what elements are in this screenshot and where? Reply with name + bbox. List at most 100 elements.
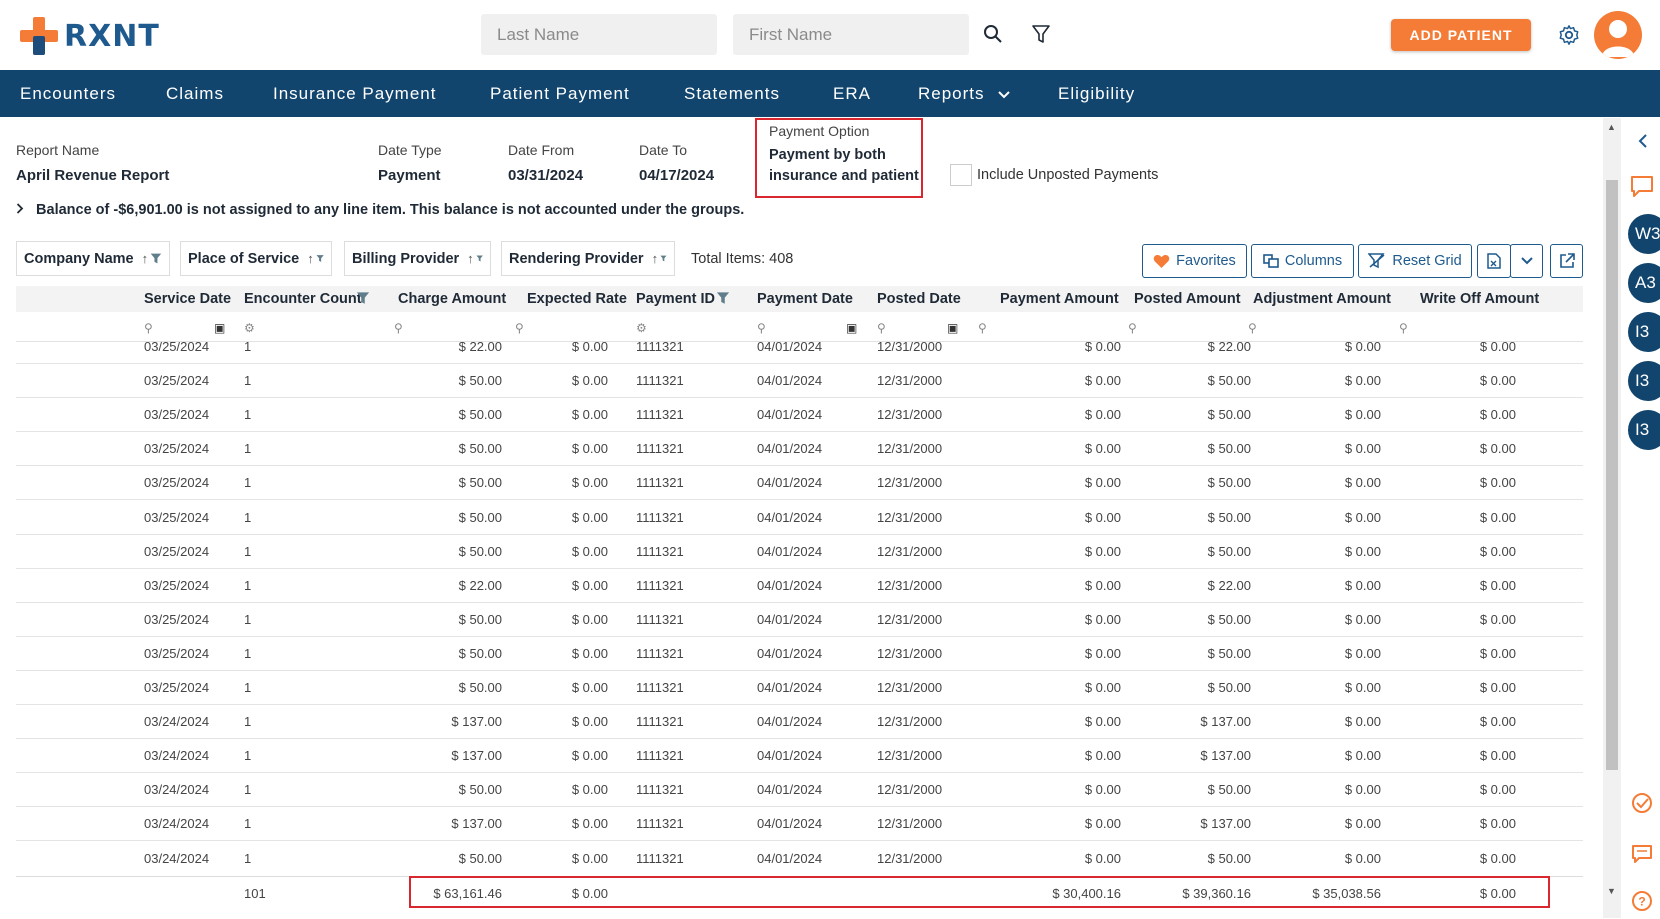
nav-statements[interactable]: Statements	[684, 70, 780, 117]
message-icon[interactable]	[1631, 844, 1653, 869]
table-row[interactable]: 03/24/2024 1 $ 137.00 $ 0.00 1111321 04/01/20…	[16, 739, 1583, 774]
collapse-chevron-left-icon[interactable]	[1638, 134, 1648, 153]
nav-insurance-payment[interactable]: Insurance Payment	[273, 70, 436, 117]
favorites-button[interactable]: Favorites	[1142, 244, 1247, 278]
gear-icon[interactable]	[1557, 23, 1581, 47]
last-name-input[interactable]	[481, 14, 717, 55]
group-chip-rendering-provider[interactable]: Rendering Provider ↑	[501, 241, 675, 276]
balance-note[interactable]: Balance of -$6,901.00 is not assigned to…	[16, 202, 744, 218]
filter-search-icon[interactable]: ⚲	[144, 321, 153, 335]
share-export-button[interactable]	[1550, 244, 1583, 278]
table-row[interactable]: 03/25/2024 1 $ 50.00 $ 0.00 1111321 04/01/202…	[16, 637, 1583, 671]
sort-up-arrow-icon[interactable]: ↑	[652, 251, 659, 266]
reports-chevron-down-icon[interactable]	[997, 71, 1011, 118]
col-posted-amount[interactable]: Posted Amount	[1134, 291, 1241, 307]
export-excel-button[interactable]	[1477, 244, 1511, 278]
table-row[interactable]: 03/25/2024 1 $ 50.00 $ 0.00 1111321 04/01/202…	[16, 535, 1583, 569]
col-write-off-amount[interactable]: Write Off Amount	[1420, 291, 1539, 307]
col-payment-id[interactable]: Payment ID	[636, 291, 715, 307]
col-payment-amount[interactable]: Payment Amount	[1000, 291, 1119, 307]
cell-encounter-count: 1	[244, 509, 252, 525]
include-unposted-checkbox[interactable]	[950, 164, 972, 186]
side-bubble-w3[interactable]: W3	[1628, 214, 1660, 254]
cell-posted-date: 12/31/2000	[877, 509, 943, 525]
calendar-icon[interactable]: ▣	[846, 321, 857, 335]
table-row[interactable]: 03/25/2024 1 $ 22.00 $ 0.00 1111321 04/01/202…	[16, 342, 1583, 364]
col-expected-rate[interactable]: Expected Rate	[527, 291, 627, 307]
col-payment-id-filter-icon[interactable]	[716, 291, 730, 305]
col-posted-date[interactable]: Posted Date	[877, 291, 961, 307]
chip-filter-icon[interactable]	[316, 251, 324, 266]
table-row[interactable]: 03/25/2024 1 $ 50.00 $ 0.00 1111321 04/01/202…	[16, 432, 1583, 467]
group-chip-company-name[interactable]: Company Name ↑	[16, 241, 170, 276]
table-row[interactable]: 03/25/2024 1 $ 50.00 $ 0.00 1111321 04/01/202…	[16, 671, 1583, 705]
side-bubble-i3[interactable]: I3	[1628, 410, 1660, 450]
filter-search-icon[interactable]: ⚲	[1248, 321, 1257, 335]
nav-reports[interactable]: Reports	[918, 70, 985, 117]
chip-filter-icon[interactable]	[476, 251, 483, 266]
col-payment-date[interactable]: Payment Date	[757, 291, 853, 307]
table-row[interactable]: 03/24/2024 1 $ 50.00 $ 0.00 1111321 04/01/202…	[16, 773, 1583, 808]
cell-payment-id: 1111321	[636, 543, 684, 559]
first-name-input[interactable]	[733, 14, 969, 55]
filter-search-icon[interactable]: ⚲	[1128, 321, 1137, 335]
sort-up-arrow-icon[interactable]: ↑	[142, 251, 149, 266]
table-row[interactable]: 03/25/2024 1 $ 50.00 $ 0.00 1111321 04/01/202…	[16, 603, 1583, 637]
side-bubble-a3[interactable]: A3	[1628, 263, 1660, 303]
grid-vertical-scrollbar[interactable]: ▲ ▼	[1603, 118, 1621, 918]
search-icon[interactable]	[981, 22, 1005, 46]
calendar-icon[interactable]: ▣	[214, 321, 225, 335]
calendar-icon[interactable]: ▣	[947, 321, 958, 335]
table-row[interactable]: 03/25/2024 1 $ 50.00 $ 0.00 1111321 04/01/202…	[16, 398, 1583, 433]
filter-search-icon[interactable]: ⚲	[394, 321, 403, 335]
chip-filter-icon[interactable]	[150, 251, 162, 266]
rxnt-logo[interactable]: RXNT	[20, 17, 160, 55]
table-row[interactable]: 03/24/2024 1 $ 137.00 $ 0.00 1111321 04/01/20…	[16, 705, 1583, 740]
side-bubble-i3[interactable]: I3	[1628, 361, 1660, 401]
check-circle-icon[interactable]	[1631, 792, 1653, 819]
scrollbar-thumb[interactable]	[1606, 180, 1618, 770]
col-encounter-count[interactable]: Encounter Count	[244, 291, 362, 307]
sort-up-arrow-icon[interactable]: ↑	[467, 251, 474, 266]
reset-grid-button[interactable]: Reset Grid	[1358, 244, 1472, 278]
table-row[interactable]: 03/24/2024 1 $ 137.00 $ 0.00 1111321 04/01/20…	[16, 807, 1583, 842]
col-charge-amount[interactable]: Charge Amount	[398, 291, 506, 307]
filter-funnel-icon[interactable]: ⚙	[636, 321, 647, 335]
side-bubble-i3[interactable]: I3	[1628, 312, 1660, 352]
filter-search-icon[interactable]: ⚲	[757, 321, 766, 335]
help-icon[interactable]: ?	[1631, 890, 1653, 917]
nav-claims[interactable]: Claims	[166, 70, 224, 117]
expand-chevron-icon[interactable]	[16, 202, 28, 218]
table-row[interactable]: 03/25/2024 1 $ 22.00 $ 0.00 1111321 04/01/202…	[16, 569, 1583, 603]
group-chip-place-of-service[interactable]: Place of Service ↑	[180, 241, 332, 276]
scroll-up-arrow-icon[interactable]: ▲	[1607, 122, 1616, 132]
export-options-dropdown[interactable]	[1510, 244, 1543, 278]
user-avatar[interactable]	[1594, 11, 1642, 59]
columns-button[interactable]: Columns	[1251, 244, 1354, 278]
filter-search-icon[interactable]: ⚲	[515, 321, 524, 335]
cell-write-off-amount: $ 0.00	[1479, 816, 1516, 832]
filter-search-icon[interactable]: ⚲	[877, 321, 886, 335]
col-service-date[interactable]: Service Date	[144, 291, 231, 307]
nav-eligibility[interactable]: Eligibility	[1058, 70, 1135, 117]
table-row[interactable]: 03/24/2024 1 $ 50.00 $ 0.00 1111321 04/01/202…	[16, 842, 1583, 866]
chat-bubble-icon[interactable]	[1629, 174, 1655, 203]
nav-patient-payment[interactable]: Patient Payment	[490, 70, 630, 117]
nav-encounters[interactable]: Encounters	[20, 70, 116, 117]
nav-era[interactable]: ERA	[833, 70, 871, 117]
cell-payment-id: 1111321	[636, 850, 684, 866]
table-row[interactable]: 03/25/2024 1 $ 50.00 $ 0.00 1111321 04/01/202…	[16, 501, 1583, 535]
table-row[interactable]: 03/25/2024 1 $ 50.00 $ 0.00 1111321 04/01/202…	[16, 466, 1583, 501]
filter-search-icon[interactable]: ⚲	[1399, 321, 1408, 335]
filter-search-icon[interactable]: ⚲	[978, 321, 987, 335]
scroll-down-arrow-icon[interactable]: ▼	[1607, 886, 1616, 896]
col-adjustment-amount[interactable]: Adjustment Amount	[1253, 291, 1391, 307]
filter-icon[interactable]	[1029, 22, 1053, 46]
sort-up-arrow-icon[interactable]: ↑	[307, 251, 314, 266]
col-encounter-count-filter-icon[interactable]	[356, 291, 370, 305]
table-row[interactable]: 03/25/2024 1 $ 50.00 $ 0.00 1111321 04/01/202…	[16, 364, 1583, 399]
group-chip-billing-provider[interactable]: Billing Provider ↑	[344, 241, 491, 276]
filter-funnel-icon[interactable]: ⚙	[244, 321, 255, 335]
add-patient-button[interactable]: ADD PATIENT	[1391, 19, 1531, 51]
chip-filter-icon[interactable]	[660, 251, 667, 266]
